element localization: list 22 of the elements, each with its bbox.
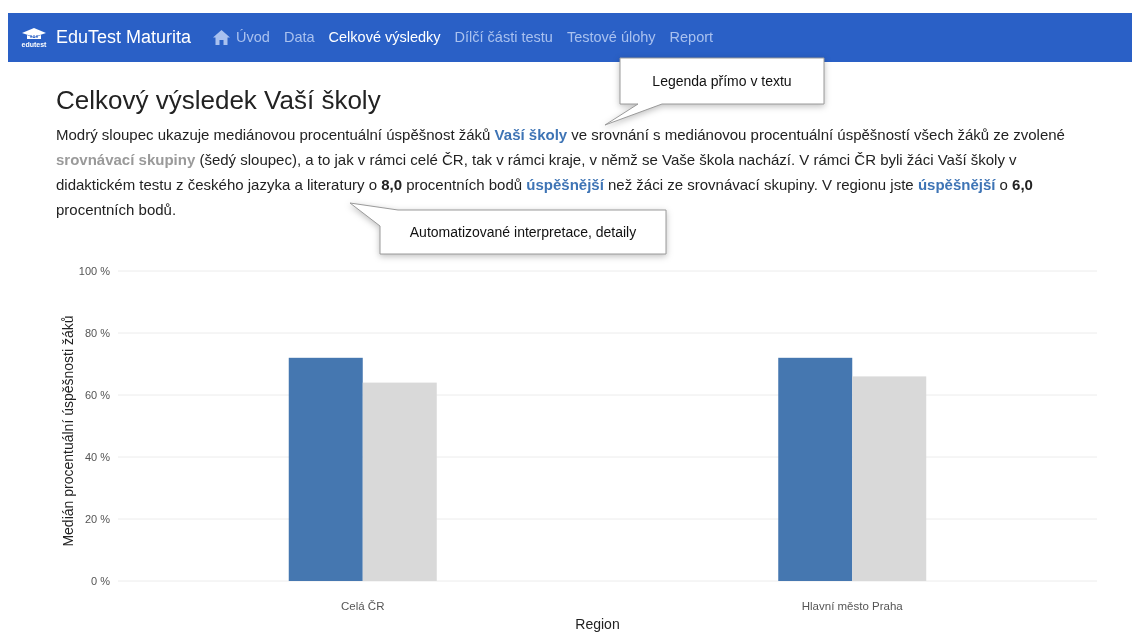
- nav-link[interactable]: Úvod: [213, 26, 270, 49]
- y-tick-label: 100 %: [78, 265, 110, 277]
- y-axis-title: Medián procentuální úspěšnosti žáků: [60, 315, 76, 547]
- interpretation-paragraph: Modrý sloupec ukazuje mediánovou procentuální úspěšnost žáků Vaší školy ve srovnání s mediánovou procentuální úspěšností všech žáků ze zvolené srovnávací skupiny (šedý sloupec), a to jak v rámci celé ČR, tak v rámci kraje, v němž se Vaše škola nachází. V rámci ČR byli žáci Vaší školy v didaktickém testu z českého jazyka a literatury o 8,0 procentních bodů úspěšnější než žáci ze srovnávací skupiny. V regionu jste úspěšnější o 6,0 procentních bodů.: [56, 125, 1066, 220]
- nav-link[interactable]: Data: [283, 26, 315, 49]
- y-tick-label: 60 %: [84, 389, 110, 401]
- y-tick-label: 0 %: [91, 575, 110, 587]
- x-axis-title: Region: [575, 616, 620, 632]
- brand-title[interactable]: EduTest Maturita: [56, 24, 192, 51]
- nav-link[interactable]: Dílčí části testu: [454, 26, 553, 49]
- callout-text: Legenda přímo v textu: [652, 71, 792, 91]
- y-tick-label: 80 %: [84, 327, 110, 339]
- nav-link[interactable]: Testové úlohy: [566, 26, 656, 49]
- nav-link[interactable]: Report: [669, 26, 714, 49]
- callout-text: Automatizované interpretace, detaily: [409, 222, 637, 242]
- home-icon: [213, 30, 231, 45]
- y-tick-label: 40 %: [84, 451, 110, 463]
- nav-link[interactable]: Celkové výsledky: [328, 26, 441, 49]
- page-heading: Celkový výsledek Vaší školy: [56, 84, 381, 116]
- x-tick-label: Celá ČR: [341, 600, 385, 612]
- y-tick-label: 20 %: [84, 513, 110, 525]
- x-tick-label: Hlavní město Praha: [801, 600, 903, 612]
